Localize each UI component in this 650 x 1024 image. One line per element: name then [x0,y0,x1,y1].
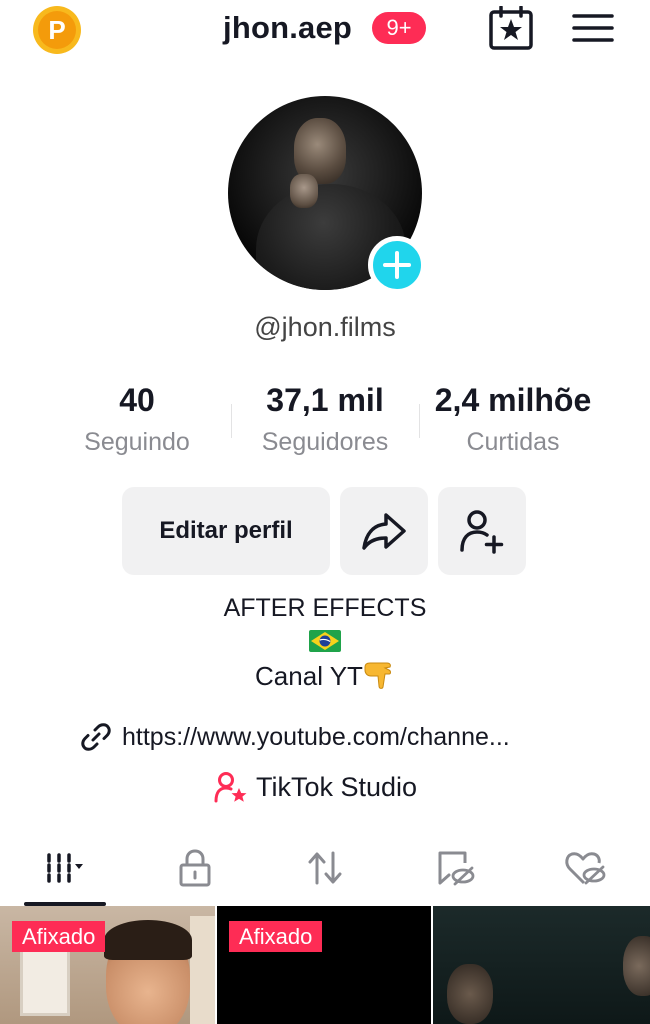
brazil-flag-icon [309,630,341,652]
content-tabs [0,838,650,906]
link-icon [81,723,111,751]
bio-line-3-text: Canal YT [255,661,363,691]
tab-liked[interactable] [550,838,620,898]
stat-following[interactable]: 40 Seguindo [42,382,232,457]
stat-followers-value: 37,1 mil [266,382,384,418]
thumbnail-column [190,916,215,1024]
add-story-button[interactable] [368,236,426,294]
tab-favorites[interactable] [420,838,490,898]
profile-username-title[interactable]: jhon.aep [223,10,352,46]
stat-followers[interactable]: 37,1 mil Seguidores [230,382,420,457]
add-user-icon [460,510,504,554]
stat-following-value: 40 [119,382,155,418]
tiktok-studio-link[interactable]: TikTok Studio [214,770,417,804]
video-grid: Afixado Afixado [0,906,650,1024]
profile-actions: Editar perfil [0,487,650,575]
thumbnail-hair [104,920,192,960]
lock-icon [179,849,211,887]
stat-likes-value: 2,4 milhõe [434,382,592,418]
video-thumbnail[interactable] [433,906,650,1024]
stats-row: 40 Seguindo 37,1 mil Seguidores 2,4 milh… [0,382,650,466]
calendar-star-icon[interactable] [488,6,534,50]
coin-icon[interactable]: P [33,6,81,54]
studio-label: TikTok Studio [256,771,418,802]
share-arrow-icon [362,513,406,550]
top-bar: P jhon.aep 9+ [0,0,650,62]
plus-icon [383,251,411,279]
bio: AFTER EFFECTS Canal YT [0,594,650,692]
bio-line-1: AFTER EFFECTS [223,594,427,622]
tab-videos-grid[interactable] [24,838,106,898]
stat-following-label: Seguindo [84,428,190,456]
avatar-container [228,96,426,294]
pointing-down-icon [364,662,391,689]
stat-likes-label: Curtidas [466,428,560,456]
studio-user-star-icon [214,772,247,803]
thumbnail-window [20,946,70,1016]
profile-link[interactable]: https://www.youtube.com/channe... [80,720,600,754]
stat-likes[interactable]: 2,4 milhõe Curtidas [418,382,608,457]
stat-followers-label: Seguidores [261,428,389,456]
add-friends-button[interactable] [438,487,526,575]
menu-icon[interactable] [572,10,614,46]
bio-line-3: Canal YT [0,661,650,692]
pinned-badge: Afixado [229,921,323,952]
video-thumbnail[interactable]: Afixado [0,906,215,1024]
bookmark-hidden-icon [438,851,475,886]
pinned-badge: Afixado [12,921,106,952]
edit-profile-button[interactable]: Editar perfil [122,487,330,575]
thumbnail-figure [623,936,650,996]
coin-letter: P [38,11,76,49]
avatar-hand [290,174,318,208]
repost-icon [308,851,342,885]
thumbnail-figure [447,964,493,1024]
tab-reposts[interactable] [290,838,360,898]
video-thumbnail[interactable]: Afixado [217,906,431,1024]
profile-handle: @jhon.films [254,312,396,342]
grid-view-icon [47,853,83,883]
share-profile-button[interactable] [340,487,428,575]
heart-hidden-icon [565,852,606,885]
bio-flag-line [0,628,650,657]
tab-private[interactable] [160,838,230,898]
link-text: https://www.youtube.com/channe... [122,722,510,751]
notification-badge[interactable]: 9+ [372,12,426,44]
